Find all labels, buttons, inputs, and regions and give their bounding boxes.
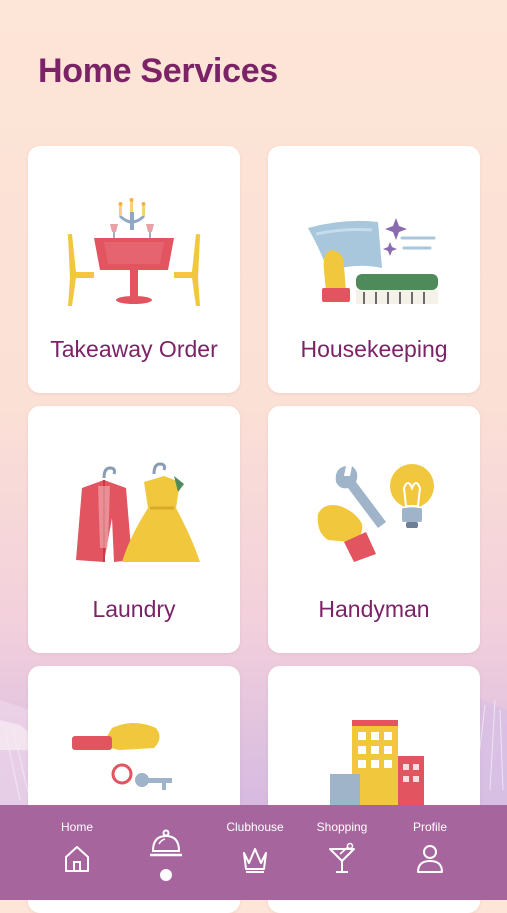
service-label: Housekeeping [300,336,448,362]
service-card-housekeeping[interactable]: Housekeeping [268,146,480,393]
cocktail-icon [329,842,355,873]
wrench-bulb-icon [317,464,434,562]
bottom-tab-bar: Home Clubhouse Shopping Profile [0,805,507,900]
tab-clubhouse[interactable]: Clubhouse [210,805,300,900]
service-label: Laundry [92,596,176,622]
service-card-laundry[interactable]: Laundry [28,406,240,653]
clothes-hanger-icon [76,462,200,562]
tab-shopping[interactable]: Shopping [297,805,387,900]
tab-label: Shopping [316,820,368,834]
active-tab-indicator [160,869,172,881]
person-icon [417,845,443,873]
cleaning-icon [308,218,438,304]
service-bell-icon [150,829,182,857]
tab-label: Home [60,820,93,834]
home-icon [65,846,89,872]
service-label: Takeaway Order [50,336,218,362]
dining-table-icon [67,198,201,306]
tab-services[interactable] [121,805,211,900]
service-card-handyman[interactable]: Handyman [268,406,480,653]
tab-profile[interactable]: Profile [385,805,475,900]
tab-label: Clubhouse [226,820,284,834]
service-card-takeaway-order[interactable]: Takeaway Order [28,146,240,393]
tab-home[interactable]: Home [32,805,122,900]
crown-icon [243,848,267,873]
tab-label: Profile [412,820,447,834]
service-label: Handyman [318,596,430,622]
page-title: Home Services [38,52,278,90]
